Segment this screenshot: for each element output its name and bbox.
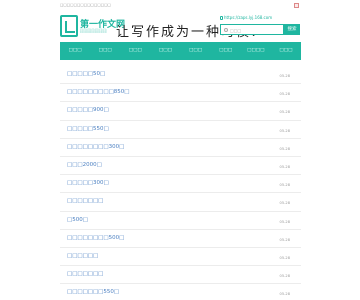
article-list: □□□□□50□ 05-28 □□□□□□□□□850□ 05-28 □□□□□90… (60, 66, 301, 300)
list-item-title[interactable]: □□□□□□□ (67, 198, 103, 204)
site-url-text: https://zaps.lyj.168.com (224, 15, 273, 20)
list-item[interactable]: □□□□□□ 05-28 (60, 248, 301, 267)
list-item-title[interactable]: □□□□□900□ (67, 107, 109, 113)
list-item[interactable]: □□□□□900□ 05-28 (60, 102, 301, 121)
list-item-date: 05-28 (279, 237, 290, 242)
list-item[interactable]: □□□□□□□□300□ 05-28 (60, 139, 301, 157)
list-item-date: 05-28 (279, 255, 290, 260)
nav-item[interactable]: □□□ (150, 42, 180, 60)
list-item-date: 05-28 (279, 110, 290, 115)
list-item[interactable]: □□□□□□□ 05-28 (60, 266, 301, 285)
search-icon (224, 28, 228, 32)
site-header: 第一作文网 ░░░░░░░░░░ 让写作成为一种习惯! https://zaps… (60, 14, 301, 42)
list-item-date: 05-28 (279, 92, 290, 97)
list-item[interactable]: □□□□□50□ 05-28 (60, 66, 301, 85)
list-item[interactable]: □□□□□□□□□850□ 05-28 (60, 84, 301, 103)
list-item[interactable]: □□□□□300□ 05-28 (60, 175, 301, 194)
logo-subtitle: ░░░░░░░░░░ (80, 29, 107, 33)
nav-item[interactable]: □□□ (120, 42, 150, 60)
list-item-title[interactable]: □□□□□□□□500□ (67, 235, 124, 241)
list-item-title[interactable]: □□□□□□□ (67, 271, 103, 277)
nav-item[interactable]: □□□ (60, 42, 90, 60)
nav-item[interactable]: □□□ (271, 42, 301, 60)
top-notice: □□□□□□□□□□□□□□□ (60, 3, 111, 7)
list-item[interactable]: □□□2000□ 05-28 (60, 157, 301, 176)
slogan: 让写作成为一种习惯! (114, 18, 256, 40)
list-item-date: 05-28 (279, 183, 290, 188)
list-item-date: 05-28 (279, 146, 290, 151)
list-item-date: 05-28 (279, 219, 290, 224)
list-item-title[interactable]: □□□□□□ (67, 253, 98, 259)
list-item[interactable]: □□□□□□□550□ 05-28 (60, 284, 301, 300)
phone-icon (220, 16, 223, 20)
list-item-title[interactable]: □□□□□550□ (67, 126, 109, 132)
list-item-title[interactable]: □□□2000□ (67, 162, 102, 168)
list-item-date: 05-28 (279, 292, 290, 297)
list-item-title[interactable]: □□□□□300□ (67, 180, 109, 186)
logo-icon (60, 15, 78, 37)
site-url[interactable]: https://zaps.lyj.168.com (220, 15, 272, 20)
search-input[interactable]: □□□ (220, 24, 284, 35)
list-item-date: 05-28 (279, 274, 290, 279)
search-button[interactable]: 搜索 (284, 24, 300, 35)
list-item-title[interactable]: □□□□□50□ (67, 71, 105, 77)
list-item-title[interactable]: □□□□□□□□□850□ (67, 89, 129, 95)
nav-item[interactable]: □□□ (90, 42, 120, 60)
list-item[interactable]: □□□□□550□ 05-28 (60, 121, 301, 139)
nav-item[interactable]: □□□□ (241, 42, 271, 60)
list-item-date: 05-28 (279, 128, 290, 133)
bookmark-icon[interactable] (294, 3, 299, 8)
list-item[interactable]: □□□□□□□□500□ 05-28 (60, 230, 301, 248)
list-item-title[interactable]: □□□□□□□□300□ (67, 144, 124, 150)
list-item[interactable]: □□□□□□□ 05-28 (60, 193, 301, 212)
top-bar: □□□□□□□□□□□□□□□ (0, 0, 360, 12)
search-placeholder: □□□ (230, 28, 242, 33)
site-logo[interactable]: 第一作文网 ░░░░░░░░░░ (60, 15, 125, 37)
main-nav: □□□ □□□ □□□ □□□ □□□ □□□ □□□□ □□□ (60, 42, 301, 60)
nav-item[interactable]: □□□ (211, 42, 241, 60)
list-item-date: 05-28 (279, 201, 290, 206)
list-item-title[interactable]: □500□ (67, 217, 88, 223)
list-item[interactable]: □500□ 05-28 (60, 212, 301, 230)
list-item-date: 05-28 (279, 74, 290, 78)
list-item-date: 05-28 (279, 164, 290, 169)
list-item-title[interactable]: □□□□□□□550□ (67, 289, 119, 295)
nav-item[interactable]: □□□ (181, 42, 211, 60)
